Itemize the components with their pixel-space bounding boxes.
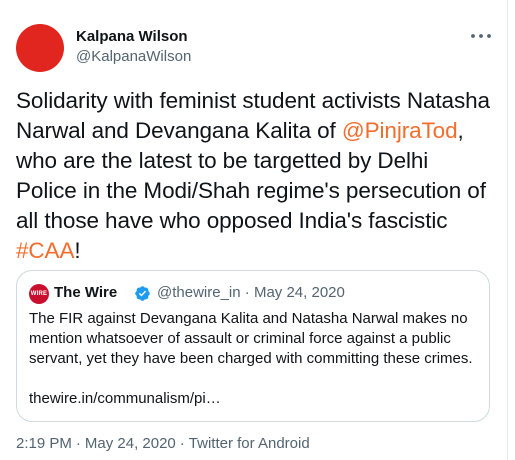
avatar[interactable] <box>16 24 64 72</box>
tweet-time[interactable]: 2:19 PM <box>16 435 72 452</box>
quoted-meta: @thewire_in · May 24, 2020 <box>157 283 345 303</box>
quoted-text: The FIR against Devangana Kalita and Nat… <box>29 310 473 367</box>
quoted-date: May 24, 2020 <box>253 284 345 301</box>
author-name[interactable]: Kalpana Wilson <box>76 27 188 47</box>
quoted-handle: @thewire_in <box>157 284 241 301</box>
author-handle[interactable]: @KalpanaWilson <box>76 47 191 67</box>
footer-separator: · <box>75 435 81 452</box>
quoted-link[interactable]: thewire.in/communalism/pi… <box>29 389 221 409</box>
quoted-tweet[interactable]: WIRE The Wire @thewire_in · May 24, 2020… <box>16 270 490 422</box>
the-wire-logo: WIRE <box>29 284 49 304</box>
more-horizontal-icon[interactable] <box>468 30 494 42</box>
mention-link[interactable]: @PinjraTod <box>342 118 458 143</box>
footer-separator: · <box>179 435 185 452</box>
quoted-author-name: The Wire <box>54 284 118 301</box>
hashtag-link[interactable]: #CAA <box>16 238 74 263</box>
tweet-card: Kalpana Wilson @KalpanaWilson Solidarity… <box>0 0 508 460</box>
tweet-footer: 2:19 PM · May 24, 2020 · Twitter for Android <box>16 434 310 454</box>
tweet-date[interactable]: May 24, 2020 <box>85 435 176 452</box>
tweet-text: Solidarity with feminist student activis… <box>16 86 494 266</box>
meta-separator: · <box>244 284 250 301</box>
tweet-source[interactable]: Twitter for Android <box>189 435 310 452</box>
tweet-text-part-3: ! <box>74 238 81 263</box>
verified-badge-icon <box>134 285 151 302</box>
